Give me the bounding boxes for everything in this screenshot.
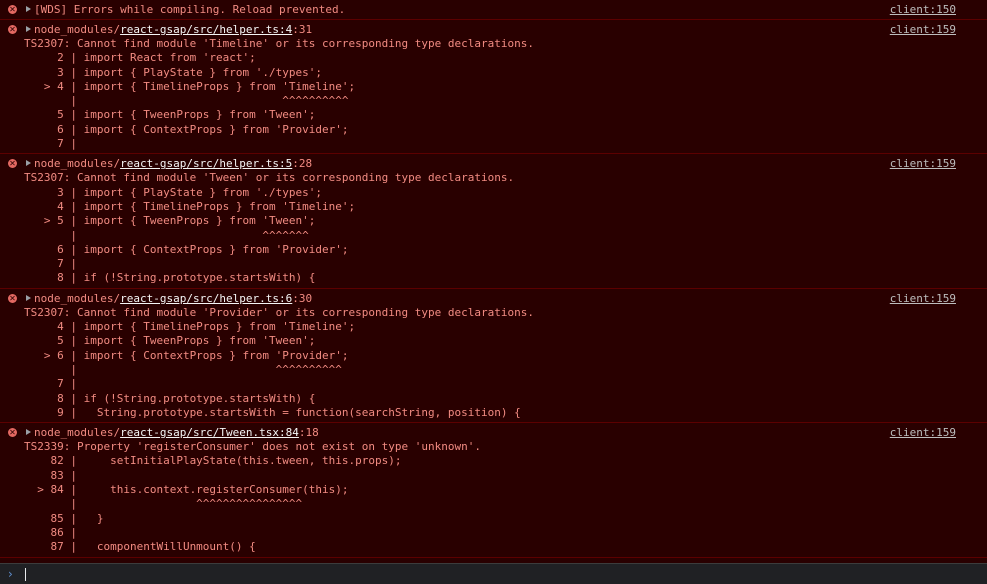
file-path-link[interactable]: react-gsap/src/helper.ts:5 <box>120 157 292 170</box>
expand-triangle-icon[interactable] <box>26 294 31 301</box>
expand-triangle-icon[interactable] <box>26 160 31 167</box>
file-path-link[interactable]: react-gsap/src/helper.ts:6 <box>120 292 292 305</box>
source-link[interactable]: client:159 <box>890 157 956 171</box>
file-path-prefix: node_modules/ <box>34 23 121 36</box>
message-text: [WDS] Errors while compiling. Reload pre… <box>34 3 346 16</box>
console-messages: ✕ [WDS] Errors while compiling. Reload p… <box>0 0 987 563</box>
code-line: 6 | import { ContextProps } from 'Provid… <box>24 122 349 136</box>
code-line-highlighted: > 5 | import { TweenProps } from 'Tween'… <box>24 214 316 228</box>
file-path-column: :28 <box>292 157 313 171</box>
file-path-column: :18 <box>298 426 319 440</box>
code-line: 3 | import { PlayState } from './types'; <box>24 65 323 79</box>
message-header: node_modules/react-gsap/src/helper.ts:4:… <box>0 23 987 37</box>
message-header: node_modules/react-gsap/src/helper.ts:5:… <box>0 157 987 171</box>
error-marker-line: | ^^^^^^^^^^ <box>24 362 342 376</box>
source-link[interactable]: client:150 <box>890 3 956 17</box>
console-error-message: ✕ [WDS] Errors while compiling. Reload p… <box>0 0 987 20</box>
file-path-column: :31 <box>292 23 313 36</box>
code-line: 2 | import React from 'react'; <box>24 51 256 65</box>
code-line: 85 | } <box>24 511 104 525</box>
source-link[interactable]: client:159 <box>890 426 956 440</box>
code-line-highlighted: > 6 | import { ContextProps } from 'Prov… <box>24 348 349 362</box>
code-line: 82 | setInitialPlayState(this.tween, thi… <box>24 454 402 468</box>
console-prompt[interactable]: › <box>0 563 987 584</box>
file-path-prefix: node_modules/ <box>34 291 121 305</box>
file-path-prefix: node_modules/ <box>34 157 121 171</box>
code-line-highlighted: > 4 | import { TimelineProps } from 'Tim… <box>24 79 356 93</box>
code-line: 4 | import { TimelineProps } from 'Timel… <box>24 199 356 213</box>
error-description: TS2339: Property 'registerConsumer' does… <box>24 440 481 454</box>
text-caret <box>25 568 26 581</box>
code-line: 6 | import { ContextProps } from 'Provid… <box>24 242 349 256</box>
code-line: 87 | componentWillUnmount() { <box>24 540 256 554</box>
code-line: 5 | import { TweenProps } from 'Tween'; <box>24 334 316 348</box>
code-line: 86 | <box>24 525 77 539</box>
code-line: 7 | <box>24 377 77 391</box>
code-line: 7 | <box>24 257 77 271</box>
error-description: TS2307: Cannot find module 'Tween' or it… <box>24 171 515 185</box>
expand-triangle-icon[interactable] <box>26 429 31 436</box>
expand-triangle-icon[interactable] <box>26 26 31 32</box>
console-error-message: ✕ node_modules/react-gsap/src/helper.ts:… <box>0 153 987 289</box>
source-link[interactable]: client:159 <box>890 23 956 37</box>
error-code-frame: TS2307: Cannot find module 'Tween' or it… <box>0 171 987 285</box>
error-marker-line: | ^^^^^^^^^^^^^^^^ <box>24 497 303 511</box>
file-path-link[interactable]: react-gsap/src/Tween.tsx:84 <box>120 426 299 439</box>
error-description: TS2307: Cannot find module 'Provider' or… <box>24 305 534 319</box>
console-error-message: ✕ node_modules/react-gsap/src/helper.ts:… <box>0 287 987 424</box>
file-path-link[interactable]: react-gsap/src/helper.ts:4 <box>120 23 292 36</box>
prompt-chevron-icon: › <box>8 567 13 581</box>
file-path-column: :30 <box>292 291 313 305</box>
error-code-frame: TS2307: Cannot find module 'Timeline' or… <box>0 37 987 151</box>
code-line-highlighted: > 84 | this.context.registerConsumer(thi… <box>24 483 349 497</box>
error-code-frame: TS2307: Cannot find module 'Provider' or… <box>0 306 987 420</box>
source-link[interactable]: client:159 <box>890 292 956 306</box>
code-line: 9 | String.prototype.startsWith = functi… <box>24 405 521 419</box>
code-line: 4 | import { TimelineProps } from 'Timel… <box>24 320 356 334</box>
error-marker-line: | ^^^^^^^ <box>24 228 309 242</box>
code-line: 3 | import { PlayState } from './types'; <box>24 185 323 199</box>
error-description: TS2307: Cannot find module 'Timeline' or… <box>24 37 534 50</box>
code-line: 5 | import { TweenProps } from 'Tween'; <box>24 108 316 122</box>
code-line: 8 | if (!String.prototype.startsWith) { <box>24 271 316 285</box>
message-header: node_modules/react-gsap/src/helper.ts:6:… <box>0 292 987 306</box>
console-error-message: ✕ node_modules/react-gsap/src/Tween.tsx:… <box>0 422 987 558</box>
message-header: node_modules/react-gsap/src/Tween.tsx:84… <box>0 426 987 440</box>
console-error-message: ✕ node_modules/react-gsap/src/helper.ts:… <box>0 19 987 155</box>
file-path-prefix: node_modules/ <box>34 426 121 440</box>
code-line: 83 | <box>24 468 77 482</box>
code-line: 7 | <box>24 137 77 151</box>
code-line: 8 | if (!String.prototype.startsWith) { <box>24 391 316 405</box>
error-marker-line: | ^^^^^^^^^^ <box>24 94 349 108</box>
message-header: [WDS] Errors while compiling. Reload pre… <box>0 3 987 17</box>
error-code-frame: TS2339: Property 'registerConsumer' does… <box>0 440 987 554</box>
expand-triangle-icon[interactable] <box>26 6 31 12</box>
